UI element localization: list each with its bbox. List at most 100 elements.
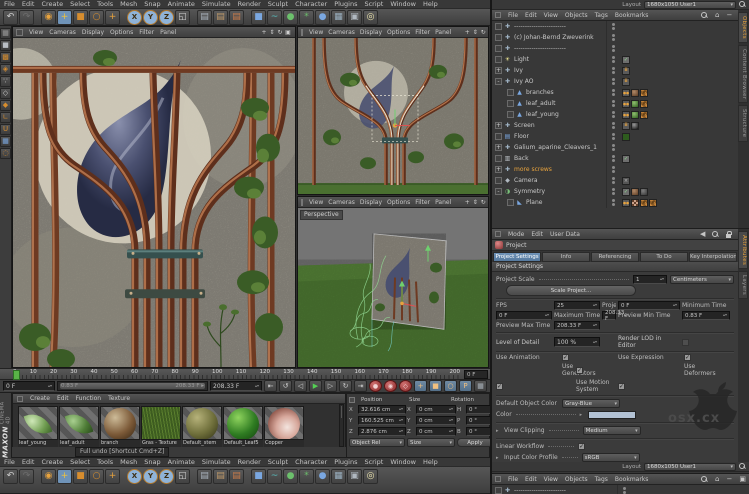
linear-workflow-checkbox[interactable] xyxy=(578,443,586,450)
x-tag-icon[interactable] xyxy=(640,88,648,97)
visibility-dots[interactable] xyxy=(606,120,620,131)
om-menu-item[interactable]: Edit xyxy=(525,12,537,19)
material-thumbnail[interactable] xyxy=(100,406,140,440)
mat-leaf-tag-icon[interactable] xyxy=(631,110,639,119)
toolbar-icon[interactable]: Z xyxy=(159,469,174,484)
size-field[interactable]: 0 cm ▴▾ xyxy=(416,405,456,414)
object-tags[interactable] xyxy=(620,121,738,130)
view-clipping-dropdown[interactable]: Medium ▾ xyxy=(582,426,641,435)
toolbar-icon[interactable]: ● xyxy=(283,469,298,484)
menu-item[interactable]: Select xyxy=(70,458,90,466)
toolbar-icon[interactable] xyxy=(35,469,40,484)
position-field[interactable]: 32.616 cm ▴▾ xyxy=(358,405,406,414)
scale-project-button[interactable]: Scale Project... xyxy=(506,285,636,296)
mat-sphere-tag-icon[interactable] xyxy=(631,121,639,130)
object-row[interactable]: Light xyxy=(492,54,738,65)
toolbar-icon[interactable] xyxy=(191,10,196,25)
menu-item[interactable]: Simulate xyxy=(202,0,231,8)
visibility-dots[interactable] xyxy=(606,131,620,142)
object-tags[interactable] xyxy=(620,77,738,86)
viewport-menu-item[interactable]: Filter xyxy=(415,199,430,206)
object-label[interactable]: Ivy AO xyxy=(514,78,606,85)
expander-icon[interactable] xyxy=(495,122,502,129)
object-row[interactable]: Floor xyxy=(492,131,738,142)
panel-icon[interactable] xyxy=(17,395,23,402)
expander-icon[interactable] xyxy=(507,89,514,96)
viewport-camera-icon[interactable]: ⇕ xyxy=(268,29,276,36)
toolbar-icon[interactable]: ~ xyxy=(267,469,282,484)
viewport-camera-icon[interactable]: ▣ xyxy=(487,29,488,36)
toolbar-icon[interactable]: Y xyxy=(143,9,158,25)
viewport-menu-item[interactable]: Cameras xyxy=(328,199,355,206)
material-item[interactable]: Gras - Texture xyxy=(141,406,181,447)
material-thumbnail[interactable] xyxy=(264,406,304,440)
mat-dark-tag-icon[interactable] xyxy=(640,187,648,196)
viewport-menu-item[interactable]: Display xyxy=(360,199,382,206)
om-menu-item[interactable]: View xyxy=(544,12,558,19)
mode-toolbar-icon[interactable]: ◇ xyxy=(0,88,11,99)
x-tag-icon[interactable] xyxy=(640,110,648,119)
object-row[interactable]: Screen xyxy=(492,120,738,131)
toolbar-icon[interactable]: * xyxy=(299,9,314,25)
mode-toolbar-icon[interactable]: ∵ xyxy=(0,76,11,87)
toolbar-icon[interactable]: ▤ xyxy=(213,9,228,25)
om-menu-item[interactable]: Objects xyxy=(565,12,588,19)
material-item[interactable]: Default_Leaf5 xyxy=(223,406,263,447)
toolbar-icon[interactable]: ■ xyxy=(251,9,266,25)
panel-tab[interactable]: Layers xyxy=(738,271,748,300)
menu-item[interactable]: Sculpt xyxy=(268,458,288,466)
object-row[interactable]: ------------------------ xyxy=(492,485,749,494)
om-menu-item[interactable]: Bookmarks xyxy=(615,12,649,19)
expander-icon[interactable] xyxy=(495,34,502,41)
material-scrollbar[interactable] xyxy=(339,404,344,447)
object-label[interactable]: (c) Johan-Bernd Zweverink xyxy=(514,34,606,41)
visibility-dots[interactable] xyxy=(606,43,620,54)
material-menu-item[interactable]: Texture xyxy=(108,395,130,402)
object-tags[interactable] xyxy=(620,132,738,141)
am-menu-item[interactable]: User Data xyxy=(550,231,580,238)
menu-item[interactable]: Script xyxy=(364,0,383,8)
object-tags[interactable] xyxy=(620,176,738,185)
transport-button[interactable]: ↻ xyxy=(339,380,352,392)
object-tags[interactable] xyxy=(620,198,738,207)
transport-button[interactable]: ▶ xyxy=(309,380,322,392)
mode-toolbar-icon[interactable]: ▦ xyxy=(0,28,11,39)
pipe-tree-scene[interactable] xyxy=(298,38,488,194)
toolbar-icon[interactable]: + xyxy=(57,469,72,484)
expander-icon[interactable] xyxy=(495,67,502,74)
mode-toolbar-icon[interactable]: ▩ xyxy=(0,52,11,63)
object-row[interactable]: Plane xyxy=(492,197,738,208)
menu-item[interactable]: Character xyxy=(295,0,327,8)
menu-item[interactable]: Plugins xyxy=(334,458,357,466)
position-field[interactable]: 2.876 cm ▴▾ xyxy=(358,427,406,436)
menu-item[interactable]: Simulate xyxy=(202,458,231,466)
expander-icon[interactable] xyxy=(507,100,514,107)
timeline-end-field[interactable]: 0 F xyxy=(464,370,488,379)
menu-item[interactable]: Create xyxy=(41,0,63,8)
object-label[interactable]: ------------------------ xyxy=(514,23,606,30)
field-value[interactable]: 25 ▴▾ xyxy=(554,301,600,310)
coord-mode-dropdown[interactable]: Object Rel ▾ xyxy=(349,438,405,447)
object-label[interactable]: Plane xyxy=(526,199,606,206)
menu-item[interactable]: Sculpt xyxy=(268,0,288,8)
expander-icon[interactable] xyxy=(495,188,502,195)
toolbar-icon[interactable]: ▤ xyxy=(213,469,228,484)
menu-item[interactable]: Tools xyxy=(97,458,113,466)
viewport-panel-icon[interactable] xyxy=(301,198,303,206)
project-scale-unit-dropdown[interactable]: Centimeters ▾ xyxy=(670,275,734,284)
viewport-menu-item[interactable]: View xyxy=(309,29,323,36)
field-value[interactable]: 208.33 F ▴▾ xyxy=(554,321,600,330)
preview-range-slider[interactable]: 0.83 F 208.33 F ▸ xyxy=(57,381,208,391)
toolbar-icon[interactable]: X xyxy=(127,9,142,25)
panel-icon[interactable] xyxy=(495,12,501,18)
toolbar-icon[interactable]: ▣ xyxy=(347,469,362,484)
visibility-dots[interactable] xyxy=(606,197,620,208)
toolbar-icon[interactable]: + xyxy=(105,469,120,484)
minimize-icon[interactable]: − xyxy=(727,475,733,483)
object-label[interactable]: Light xyxy=(514,56,606,63)
object-label[interactable]: Back xyxy=(514,155,606,162)
material-item[interactable]: leaf_young xyxy=(18,406,58,447)
object-tags[interactable] xyxy=(620,110,738,119)
om-menu-item[interactable]: Objects xyxy=(565,476,588,483)
material-menu-item[interactable]: Function xyxy=(76,395,102,402)
